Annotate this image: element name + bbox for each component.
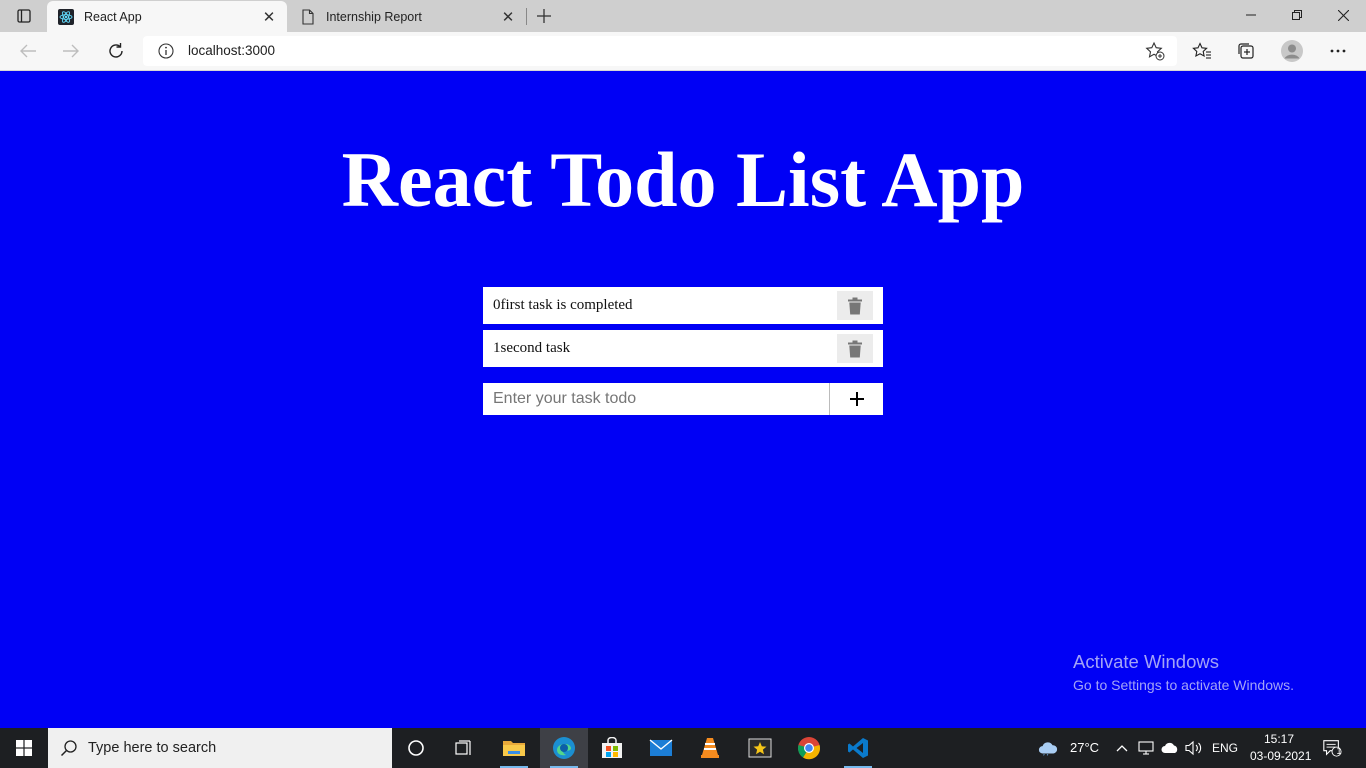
page-title: React Todo List App [341, 136, 1025, 223]
chrome-button[interactable] [785, 728, 833, 768]
favorites-icon [1192, 42, 1211, 59]
cortana-icon [408, 740, 424, 756]
tab-actions-icon [17, 9, 31, 23]
vlc-button[interactable] [686, 728, 734, 768]
windows-taskbar: Type here to search 27°C ENG 15:17 03-09… [0, 728, 1366, 768]
tab-internship-report[interactable]: Internship Report ✕ [289, 1, 526, 32]
notification-center-button[interactable]: 1 [1322, 738, 1342, 758]
delete-todo-button[interactable] [837, 291, 873, 320]
close-icon [1337, 9, 1349, 21]
vscode-icon [848, 738, 868, 758]
todo-item: 0first task is completed [483, 287, 883, 324]
add-favorite-icon[interactable] [1145, 41, 1165, 61]
tab-react-app[interactable]: React App ✕ [47, 1, 287, 32]
activate-windows-title: Activate Windows [1073, 651, 1219, 672]
new-tab-button[interactable] [532, 4, 556, 28]
address-bar[interactable]: localhost:3000 [143, 36, 1177, 66]
tab-title: Internship Report [326, 9, 422, 24]
tab-divider [526, 8, 527, 25]
video-editor-button[interactable] [736, 728, 784, 768]
vlc-icon [701, 738, 719, 758]
arrow-left-icon [20, 44, 36, 58]
profile-button[interactable] [1277, 37, 1307, 65]
edge-button[interactable] [540, 728, 588, 768]
avatar-icon [1281, 40, 1303, 62]
task-input[interactable] [483, 383, 829, 415]
info-icon[interactable] [158, 43, 174, 59]
tab-actions-button[interactable] [8, 4, 40, 28]
page-content: React Todo List App 0first task is compl… [0, 71, 1366, 728]
browser-toolbar: localhost:3000 [0, 32, 1366, 71]
clock-date[interactable]: 03-09-2021 [1250, 749, 1311, 763]
network-icon[interactable] [1137, 738, 1157, 758]
clock-time[interactable]: 15:17 [1264, 732, 1294, 746]
search-icon [60, 740, 77, 757]
weather-temperature[interactable]: 27°C [1070, 740, 1099, 755]
windows-logo-icon [16, 740, 32, 756]
close-tab-icon[interactable]: ✕ [261, 9, 277, 26]
forward-button[interactable] [56, 37, 86, 65]
todo-item: 1second task [483, 330, 883, 367]
mail-icon [649, 739, 673, 756]
cortana-button[interactable] [392, 728, 440, 768]
mail-button[interactable] [637, 728, 685, 768]
trash-icon [848, 297, 862, 314]
delete-todo-button[interactable] [837, 334, 873, 363]
start-button[interactable] [0, 728, 48, 768]
search-placeholder: Type here to search [88, 740, 217, 756]
plus-icon [537, 9, 551, 23]
chrome-icon [797, 737, 821, 760]
close-window-button[interactable] [1320, 0, 1366, 30]
edge-icon [553, 737, 575, 759]
vscode-button[interactable] [834, 728, 882, 768]
weather-cloud-icon[interactable] [1038, 738, 1058, 758]
favorites-button[interactable] [1187, 37, 1217, 65]
back-button[interactable] [13, 37, 43, 65]
minimize-button[interactable] [1228, 0, 1274, 30]
more-dots-icon [1330, 49, 1346, 53]
file-explorer-button[interactable] [490, 728, 538, 768]
onedrive-cloud-icon[interactable] [1160, 738, 1180, 758]
todo-text: 0first task is completed [493, 297, 633, 313]
language-indicator[interactable]: ENG [1212, 741, 1238, 755]
add-task-button[interactable] [829, 383, 883, 415]
restore-button[interactable] [1274, 0, 1320, 30]
refresh-button[interactable] [101, 37, 131, 65]
arrow-right-icon [63, 44, 79, 58]
collections-icon [1238, 43, 1254, 59]
url-text: localhost:3000 [188, 43, 276, 58]
chevron-up-icon[interactable] [1112, 738, 1132, 758]
refresh-icon [109, 43, 123, 58]
plus-icon [849, 392, 864, 406]
activate-windows-subtitle: Go to Settings to activate Windows. [1073, 677, 1294, 693]
tab-title: React App [84, 9, 142, 24]
trash-icon [848, 340, 862, 357]
todo-text: 1second task [493, 340, 571, 356]
volume-icon[interactable] [1184, 738, 1204, 758]
store-icon [602, 737, 622, 758]
document-icon [300, 8, 316, 25]
collections-button[interactable] [1231, 37, 1261, 65]
taskbar-search-box[interactable]: Type here to search [48, 728, 392, 768]
microsoft-store-button[interactable] [588, 728, 636, 768]
settings-menu-button[interactable] [1323, 37, 1353, 65]
close-tab-icon[interactable]: ✕ [500, 9, 516, 26]
minimize-icon [1246, 14, 1256, 16]
video-editor-icon [748, 738, 772, 758]
react-logo-icon [58, 8, 74, 25]
folder-icon [503, 741, 525, 756]
task-view-icon [455, 740, 471, 755]
restore-icon [1292, 10, 1302, 20]
browser-tab-strip: React App ✕ Internship Report ✕ [0, 0, 1366, 32]
task-view-button[interactable] [440, 728, 488, 768]
notification-count: 1 [1336, 746, 1342, 756]
